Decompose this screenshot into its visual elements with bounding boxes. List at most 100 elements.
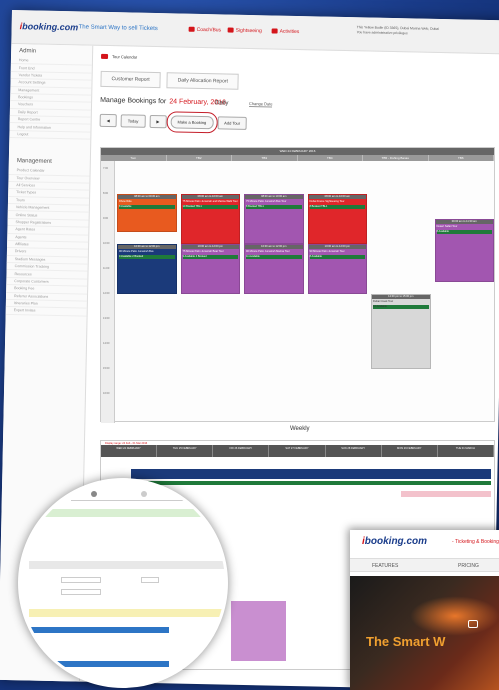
- date-input[interactable]: [61, 577, 101, 583]
- breadcrumb: Tour Calendar: [100, 53, 499, 67]
- tagline: The Smart Way to sell Tickets: [78, 24, 158, 33]
- event-title: 90 Minute Palm Jumeirah Bus: [119, 250, 154, 253]
- calendar-date-header: WED 24 FEBRUARY 2016: [101, 148, 494, 155]
- calendar-event[interactable]: 10:00 am to 12:00 pm 90 Minute Palm Jumei…: [117, 244, 177, 294]
- weekly-availability-row: [131, 481, 491, 485]
- time-label: 12:00: [103, 292, 110, 295]
- weekly-day-header: FRI 26 FEBRUARY: [213, 445, 270, 457]
- time-label: 8:00: [103, 192, 109, 195]
- time-label: 13:00: [103, 317, 110, 320]
- logo[interactable]: ibooking.com: [20, 21, 79, 32]
- ticket-type-header: [29, 627, 169, 633]
- weekly-day-header: SAT 27 FEBRUARY: [269, 445, 326, 457]
- change-date-link[interactable]: Change Date: [248, 100, 273, 107]
- nav-sightseeing[interactable]: Sightseeing: [227, 27, 262, 34]
- weekly-purple-event[interactable]: [231, 601, 286, 661]
- bus-icon: [468, 620, 478, 628]
- site-nav: FEATURES PRICING: [350, 558, 499, 572]
- time-column: 7:00 8:00 9:00 10:00 11:00 12:00 13:00 14:00 15:…: [101, 161, 115, 423]
- site-nav-features[interactable]: FEATURES: [372, 563, 398, 569]
- weekly-day-header: THU 25 FEBRUARY: [157, 445, 214, 457]
- add-tour-button[interactable]: Add Tour: [217, 116, 248, 130]
- calendar-event[interactable]: 08:00 am to 09:30 am Dhow Ride 8 Available: [117, 194, 177, 232]
- event-title: Desert Safari Tour: [436, 225, 458, 228]
- calendar-column-header: TB5 - Fishing Banas: [363, 155, 429, 161]
- event-time: 08:00 am to 09:30 am: [118, 195, 176, 199]
- site-hero: The Smart W: [350, 576, 499, 690]
- weekly-day-header: SUN 28 FEBRUARY: [326, 445, 382, 457]
- nav-coach-bus[interactable]: Coach/Bus: [188, 26, 221, 33]
- bus-icon: [188, 26, 195, 33]
- event-time: 10:00 am to 12:00 pm: [181, 245, 239, 249]
- event-availability: 10 Booked TBL1: [182, 205, 238, 209]
- time-label: 11:00: [103, 267, 110, 270]
- daily-calendar: WED 24 FEBRUARY 2016 Tom TB2 TB3 TB4 TB5 - F…: [100, 147, 495, 423]
- daily-heading: Daily: [215, 100, 229, 107]
- time-label: 15:00: [103, 367, 110, 370]
- event-availability: 3 Available 4 Booked: [182, 255, 238, 259]
- event-title: Dubai Frame Sightseeing Tour: [309, 200, 345, 203]
- make-booking-button[interactable]: Make a Booking: [166, 111, 218, 134]
- event-title: 75 Minute Palm Jumeirah Bus Tour: [246, 200, 287, 203]
- weekly-day-header: WED 24 FEBRUARY: [101, 445, 158, 457]
- calendar-event[interactable]: 12:00 pm to 15:00 pm Dubai Creek Tour 16 A…: [371, 294, 431, 369]
- next-day-button[interactable]: ▶: [149, 114, 167, 129]
- website-preview: ibooking.com - Ticketing & Booking FEATU…: [350, 530, 499, 690]
- event-time: 10:00 am to 12:00 pm: [245, 245, 303, 249]
- tab-customer-report[interactable]: Customer Report: [100, 70, 161, 89]
- calendar-event[interactable]: 08:00 am to 10:00 am Dubai Frame Sightsee…: [307, 194, 367, 244]
- calendar-column-header: TB6: [429, 155, 494, 161]
- success-banner: [29, 509, 225, 517]
- activities-icon: [271, 28, 278, 34]
- location-input[interactable]: [61, 589, 101, 595]
- calendar-event[interactable]: 09:00 am to 11:30 am Desert Safari Tour 8 …: [434, 219, 494, 282]
- event-title: Dhow Ride: [119, 200, 132, 203]
- event-time: 08:00 am to 10:00 am: [181, 195, 239, 199]
- site-nav-pricing[interactable]: PRICING: [458, 563, 479, 569]
- time-label: 16:00: [103, 392, 110, 395]
- time-input[interactable]: [141, 577, 159, 583]
- sightseeing-icon: [227, 27, 234, 33]
- calendar-column-header: TB3: [232, 155, 298, 161]
- time-label: 10:00: [103, 242, 110, 245]
- event-time: 10:00 am to 12:00 pm: [118, 245, 176, 249]
- weekly-day-header: MON 29 FEBRUARY: [382, 445, 438, 457]
- step-dot-2: [141, 491, 147, 497]
- weekly-booked-cell[interactable]: [401, 491, 491, 497]
- event-availability: 8 Available: [119, 205, 175, 209]
- event-title: 75 Minute Palm Jumeirah and Marina Walk …: [182, 200, 238, 203]
- calendar-event[interactable]: 08:00 am to 10:00 am 75 Minute Palm Jumei…: [180, 194, 240, 244]
- calendar-event[interactable]: 10:00 am to 12:00 pm 75 Minute Palm Jumei…: [180, 244, 240, 294]
- time-label: 9:00: [103, 217, 109, 220]
- event-availability: 8 Booked TBL1: [246, 205, 302, 209]
- sb-admin-item[interactable]: Logout: [9, 130, 91, 140]
- weekly-day-header: TUE 01 MARCH: [438, 445, 494, 457]
- calendar-columns: Tom TB2 TB3 TB4 TB5 - Fishing Banas TB6: [101, 155, 494, 161]
- main-content: Tour Calendar Customer Report Daily Allo…: [99, 53, 499, 135]
- nav-activities[interactable]: Activities: [271, 28, 299, 35]
- calendar-event[interactable]: 08:00 am to 10:00 am 75 Minute Palm Jumei…: [244, 194, 304, 244]
- event-availability: 16 Available: [373, 305, 429, 309]
- weekly-event-row[interactable]: [131, 469, 491, 479]
- site-tagline: - Ticketing & Booking: [452, 539, 499, 545]
- weekly-heading: Weekly: [290, 426, 310, 432]
- site-logo[interactable]: ibooking.com: [362, 536, 427, 547]
- ticket-type-header-2: [29, 661, 169, 667]
- event-availability: 8 Available: [309, 255, 365, 259]
- event-title: Dubai Creek Tour: [373, 300, 394, 303]
- time-label: 14:00: [103, 342, 110, 345]
- prev-day-button[interactable]: ◀: [99, 113, 117, 128]
- calendar-event[interactable]: 10:00 am to 12:00 pm 90 Minute Palm Jumei…: [244, 244, 304, 294]
- event-availability: 4 Available 2 Booked: [119, 255, 175, 259]
- magnified-booking-form: [18, 478, 228, 688]
- calendar-column-header: TB2: [167, 155, 232, 161]
- time-label: 7:00: [103, 167, 109, 170]
- event-availability: 8 Booked TBL1: [309, 205, 365, 209]
- calendar-event[interactable]: 10:00 am to 12:00 pm 90 Minute Palm Jumei…: [307, 244, 367, 294]
- today-button[interactable]: Today: [120, 114, 146, 128]
- tab-daily-allocation-report[interactable]: Daily Allocation Report: [166, 72, 240, 90]
- event-time: 10:00 am to 12:00 pm: [308, 245, 366, 249]
- site-hero-title: The Smart W: [366, 634, 446, 649]
- calendar-icon: [100, 53, 109, 60]
- sb-management-item[interactable]: Expert Invites: [5, 307, 87, 317]
